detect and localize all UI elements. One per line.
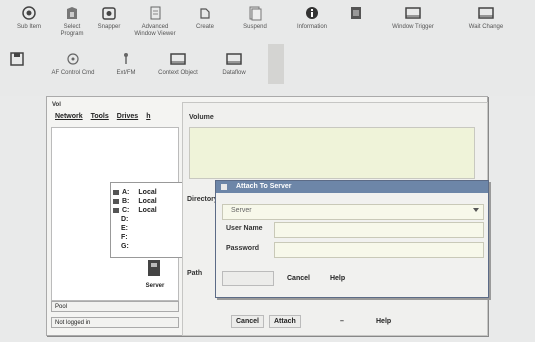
dialog-help-button[interactable]: Help xyxy=(323,271,352,286)
save-icon xyxy=(8,50,26,68)
toolbar: Sub Item Select Program Snapper Advanced… xyxy=(0,0,535,96)
advanced-window-viewer-button[interactable]: Advanced Window Viewer xyxy=(132,4,178,38)
pages-icon xyxy=(246,4,264,22)
record-icon xyxy=(20,4,38,22)
info-icon xyxy=(303,4,321,22)
menu-h[interactable]: h xyxy=(146,113,150,126)
status-pool: Pool xyxy=(51,301,179,312)
password-row: Password xyxy=(216,241,488,259)
dialog-cancel-button[interactable]: Cancel xyxy=(280,271,317,286)
drive-icon xyxy=(113,190,119,195)
camera-icon xyxy=(100,4,118,22)
document-icon xyxy=(146,4,164,22)
toolbar-scroll-handle[interactable] xyxy=(268,44,284,84)
server-icon xyxy=(148,260,160,276)
server-tray[interactable]: Server xyxy=(140,258,170,292)
drive-row-g[interactable]: G: xyxy=(121,243,129,250)
suspend-button[interactable]: Suspend xyxy=(230,4,280,31)
wait-change-button[interactable]: Wait Change xyxy=(458,4,514,31)
dialog-title-bar[interactable]: Attach To Server xyxy=(216,181,488,193)
main-menu-bar: Network Tools Drives h xyxy=(47,113,195,126)
chevron-down-icon[interactable] xyxy=(473,208,479,212)
attach-button[interactable]: Attach xyxy=(269,315,301,328)
window-icon-4 xyxy=(225,50,243,68)
select-program-button[interactable]: Select Program xyxy=(55,4,89,38)
dialog-menu-icon[interactable] xyxy=(221,184,227,190)
drive-icon xyxy=(113,208,119,213)
information-button[interactable]: Information xyxy=(292,4,332,31)
drive-row-a[interactable]: A: Local xyxy=(113,189,157,196)
af-control-cmd-button[interactable]: AF Control Cmd xyxy=(42,50,104,77)
drive-row-c[interactable]: C: Local xyxy=(113,207,157,214)
password-label: Password xyxy=(226,245,260,252)
sub-item-button[interactable]: Sub Item xyxy=(10,4,48,31)
window-icon xyxy=(404,4,422,22)
menu-tools[interactable]: Tools xyxy=(91,113,109,126)
ok-button[interactable] xyxy=(222,271,274,286)
server-dropdown[interactable]: Server xyxy=(222,204,484,220)
cancel-button[interactable]: Cancel xyxy=(231,315,264,328)
target-icon xyxy=(64,50,82,68)
pin-icon xyxy=(117,50,135,68)
save-button[interactable] xyxy=(6,50,28,70)
drive-row-b[interactable]: B: Local xyxy=(113,198,157,205)
context-object-button[interactable]: Context Object xyxy=(150,50,206,77)
username-label: User Name xyxy=(226,225,263,232)
film-button[interactable] xyxy=(338,4,374,24)
volume-box[interactable] xyxy=(189,127,475,179)
server-row: Server xyxy=(216,203,488,221)
window-icon-2 xyxy=(477,4,495,22)
status-login: Not logged in xyxy=(51,317,179,328)
program-icon xyxy=(63,4,81,22)
pen-icon xyxy=(196,4,214,22)
menu-drives[interactable]: Drives xyxy=(117,113,138,126)
password-field[interactable] xyxy=(274,242,484,258)
main-window-title: Vol xyxy=(52,102,61,108)
drive-row-e[interactable]: E: xyxy=(121,225,128,232)
snapper-button[interactable]: Snapper xyxy=(93,4,125,31)
drive-row-d[interactable]: D: xyxy=(121,216,128,223)
path-label: Path xyxy=(187,270,203,277)
drive-row-f[interactable]: F: xyxy=(121,234,128,241)
attach-dialog: Attach To Server Server User Name Passwo… xyxy=(215,180,489,298)
drive-list[interactable]: A: Local B: Local C: Local D: E: F: G: xyxy=(110,182,184,258)
username-field[interactable] xyxy=(274,222,484,238)
help-button[interactable]: Help xyxy=(371,315,396,328)
directory-label: Directory xyxy=(187,196,218,203)
window-icon-3 xyxy=(169,50,187,68)
film-icon xyxy=(347,4,365,22)
ext-fm-button[interactable]: Ext/FM xyxy=(113,50,139,77)
create-button[interactable]: Create xyxy=(190,4,220,31)
window-trigger-button[interactable]: Window Trigger xyxy=(388,4,438,31)
dataflow-button[interactable]: Dataflow xyxy=(214,50,254,77)
username-row: User Name xyxy=(216,221,488,239)
separator: – xyxy=(340,318,344,325)
volume-label: Volume xyxy=(189,114,214,121)
dialog-buttons: Cancel Help xyxy=(222,271,352,286)
menu-network[interactable]: Network xyxy=(55,113,83,126)
drive-icon xyxy=(113,199,119,204)
